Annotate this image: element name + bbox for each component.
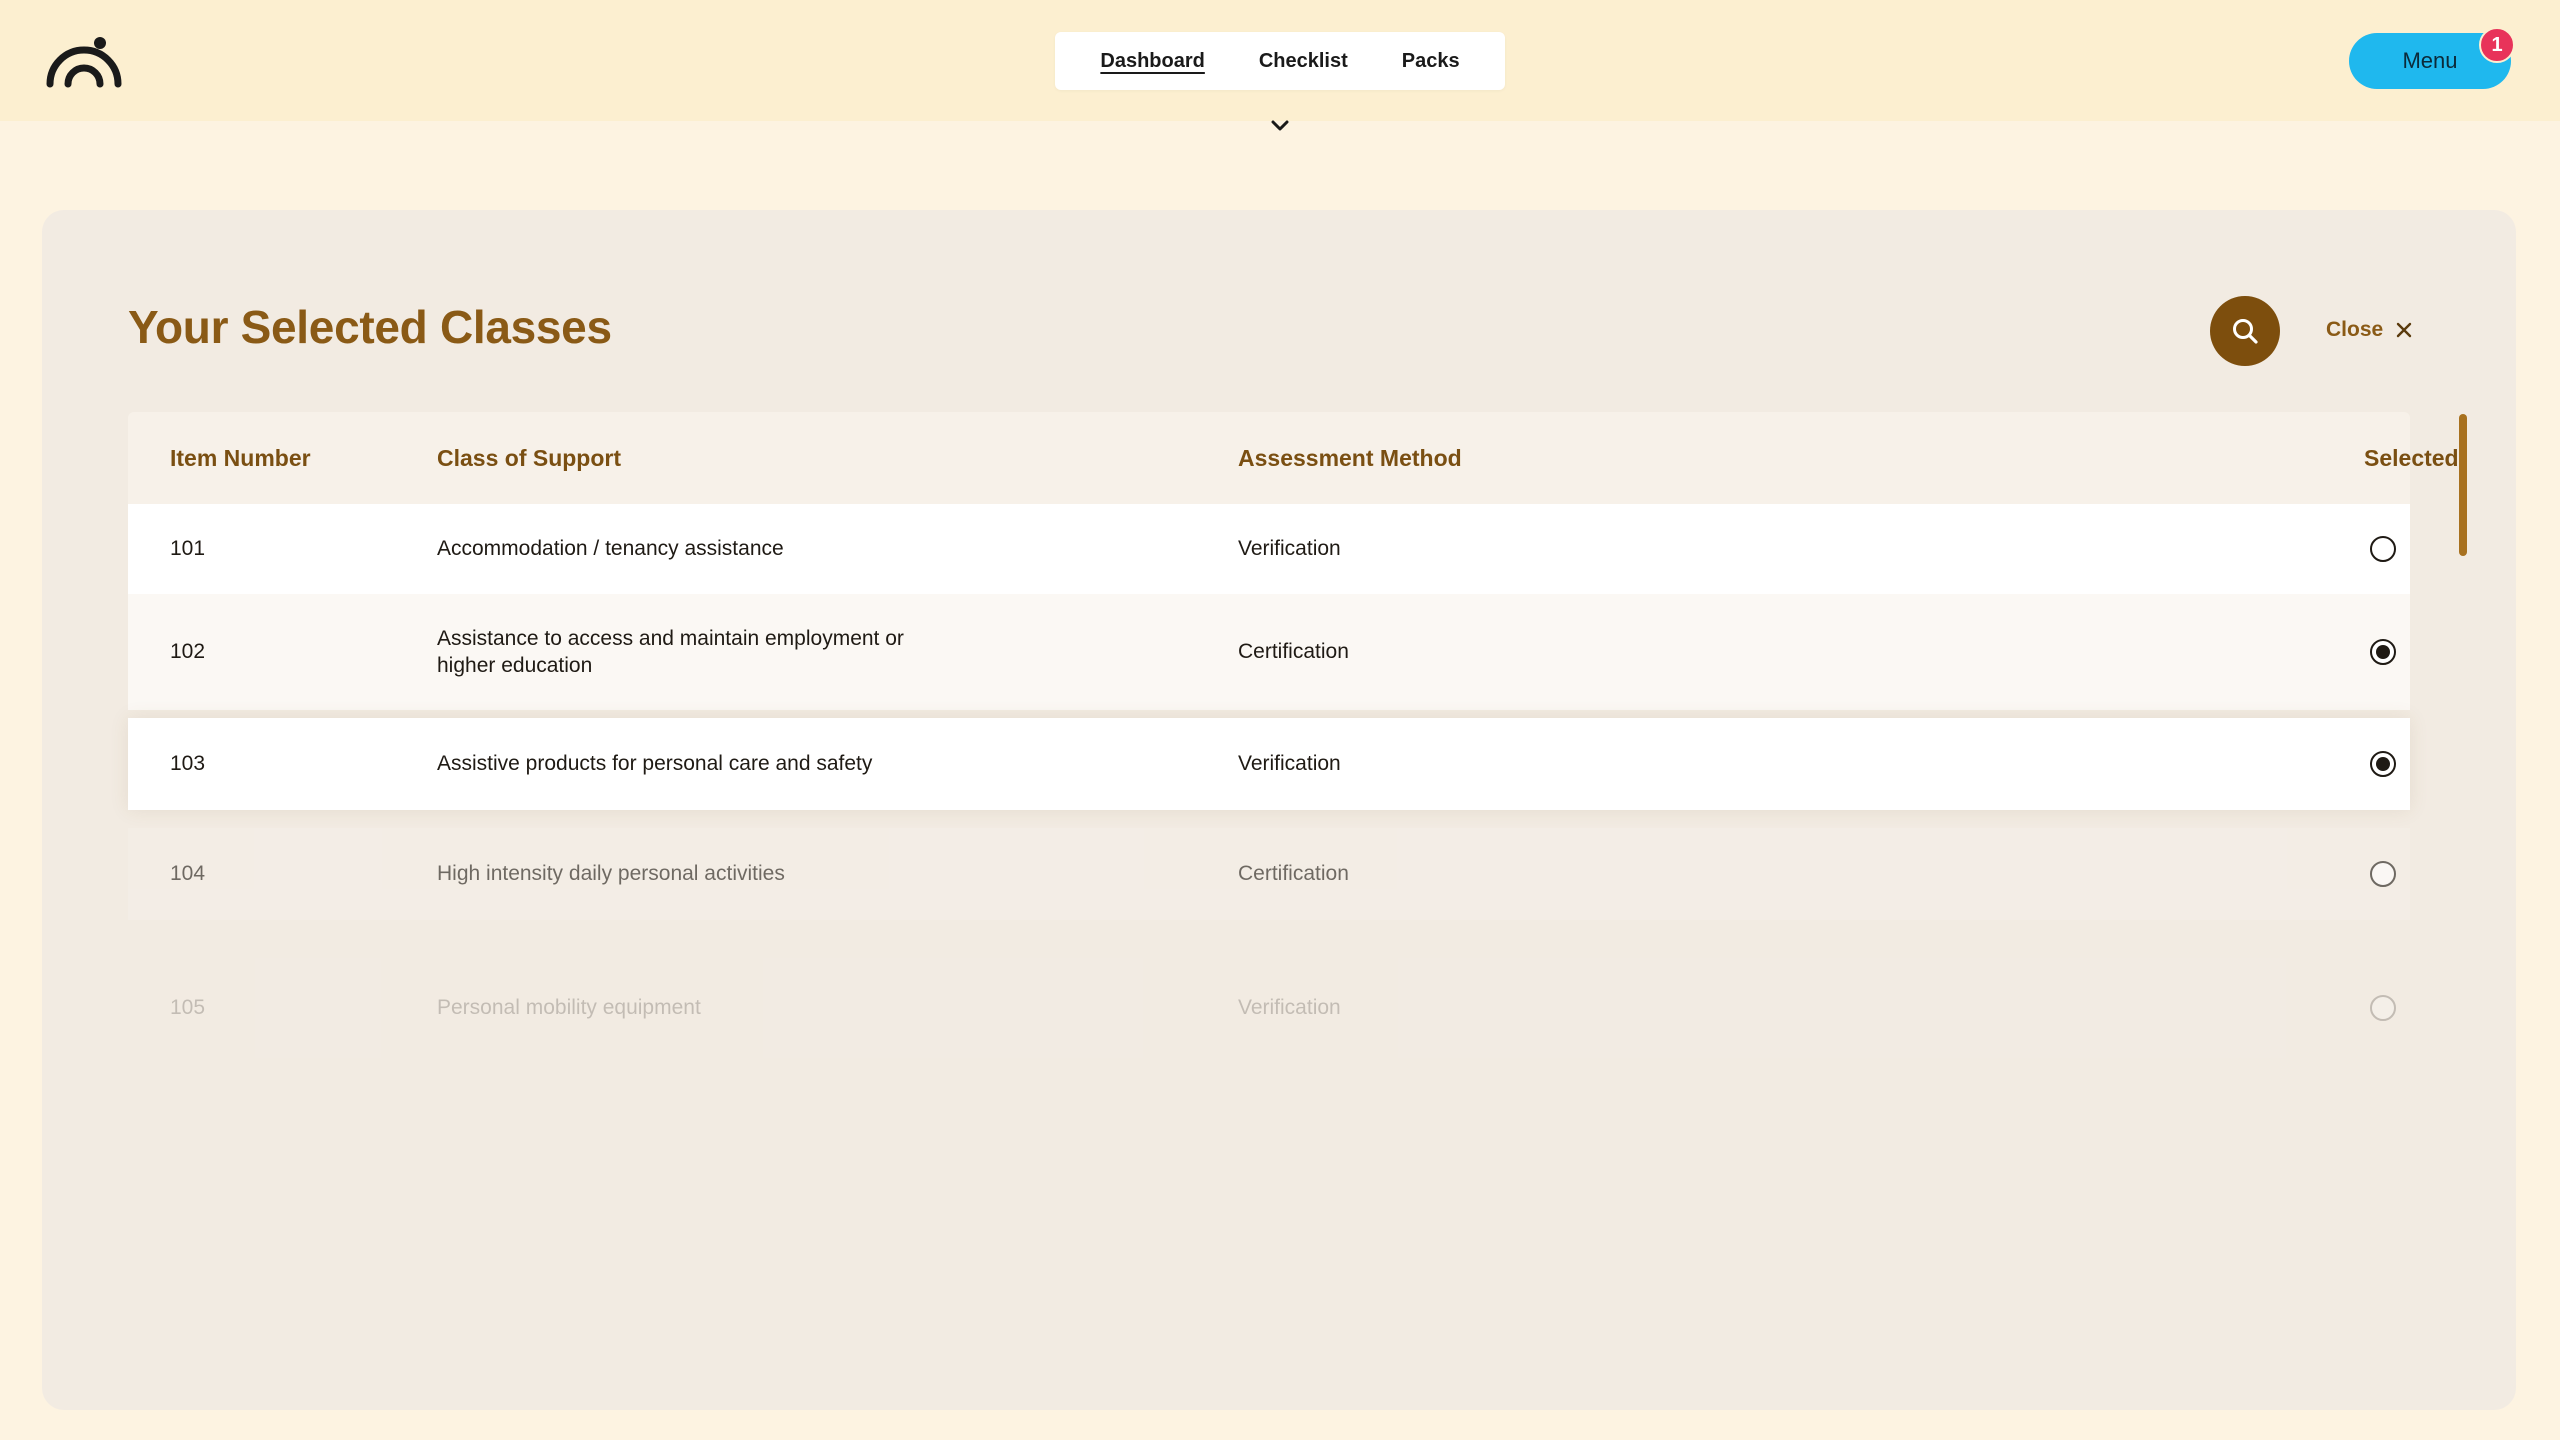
assessment-method: Verification xyxy=(1238,996,1341,1020)
item-number: 102 xyxy=(170,640,206,664)
selected-radio[interactable] xyxy=(2370,751,2396,777)
tab-dashboard[interactable]: Dashboard xyxy=(1100,50,1204,73)
search-icon xyxy=(2233,319,2258,344)
selected-radio[interactable] xyxy=(2370,995,2396,1021)
search-button[interactable] xyxy=(2210,296,2280,366)
chevron-down-icon[interactable] xyxy=(1268,116,1292,136)
class-of-support: High intensity daily personal activities xyxy=(437,862,785,886)
class-of-support: Assistance to access and maintain employ… xyxy=(437,626,904,677)
tab-packs[interactable]: Packs xyxy=(1402,50,1460,73)
header-item-number: Item Number xyxy=(170,444,311,471)
header-class-of-support: Class of Support xyxy=(437,444,622,471)
close-icon xyxy=(2396,322,2412,338)
assessment-method: Certification xyxy=(1238,862,1349,886)
page-title: Your Selected Classes xyxy=(128,301,612,353)
table-row[interactable]: 103 Assistive products for personal care… xyxy=(128,718,2410,810)
assessment-method: Verification xyxy=(1238,537,1341,561)
tab-checklist[interactable]: Checklist xyxy=(1259,50,1348,73)
item-number: 104 xyxy=(170,862,206,886)
table-header: Item Number Class of Support Assessment … xyxy=(128,412,2459,504)
table-row[interactable]: 105 Personal mobility equipment Verifica… xyxy=(128,958,2410,1058)
assessment-method: Certification xyxy=(1238,640,1349,664)
item-number: 103 xyxy=(170,752,206,776)
table-row[interactable]: 102 Assistance to access and maintain em… xyxy=(128,594,2410,710)
radio-dot xyxy=(2376,645,2390,659)
class-of-support: Personal mobility equipment xyxy=(437,996,701,1020)
main-nav: Dashboard Checklist Packs xyxy=(1055,32,1505,90)
class-of-support: Accommodation / tenancy assistance xyxy=(437,537,784,561)
scrollbar-thumb[interactable] xyxy=(2459,414,2467,556)
class-of-support: Assistive products for personal care and… xyxy=(437,752,873,776)
close-button[interactable]: Close xyxy=(2326,310,2413,350)
table-row[interactable]: 104 High intensity daily personal activi… xyxy=(128,828,2410,920)
selected-radio[interactable] xyxy=(2370,861,2396,887)
notification-badge: 1 xyxy=(2479,27,2515,63)
header-selected: Selected xyxy=(2364,444,2459,471)
top-bar: Dashboard Checklist Packs Menu 1 xyxy=(0,0,2560,131)
selected-classes-panel: Your Selected Classes Close Item Number … xyxy=(42,210,2516,1410)
selected-radio[interactable] xyxy=(2370,536,2396,562)
header-assessment-method: Assessment Method xyxy=(1238,444,1462,471)
classes-table: Item Number Class of Support Assessment … xyxy=(128,412,2459,1058)
item-number: 101 xyxy=(170,537,206,561)
close-label: Close xyxy=(2326,318,2384,341)
item-number: 105 xyxy=(170,996,206,1020)
assessment-method: Verification xyxy=(1238,752,1341,776)
table-row[interactable]: 101 Accommodation / tenancy assistance V… xyxy=(128,504,2410,594)
radio-dot xyxy=(2376,757,2390,771)
logo-icon[interactable] xyxy=(44,34,124,88)
selected-radio[interactable] xyxy=(2370,639,2396,665)
